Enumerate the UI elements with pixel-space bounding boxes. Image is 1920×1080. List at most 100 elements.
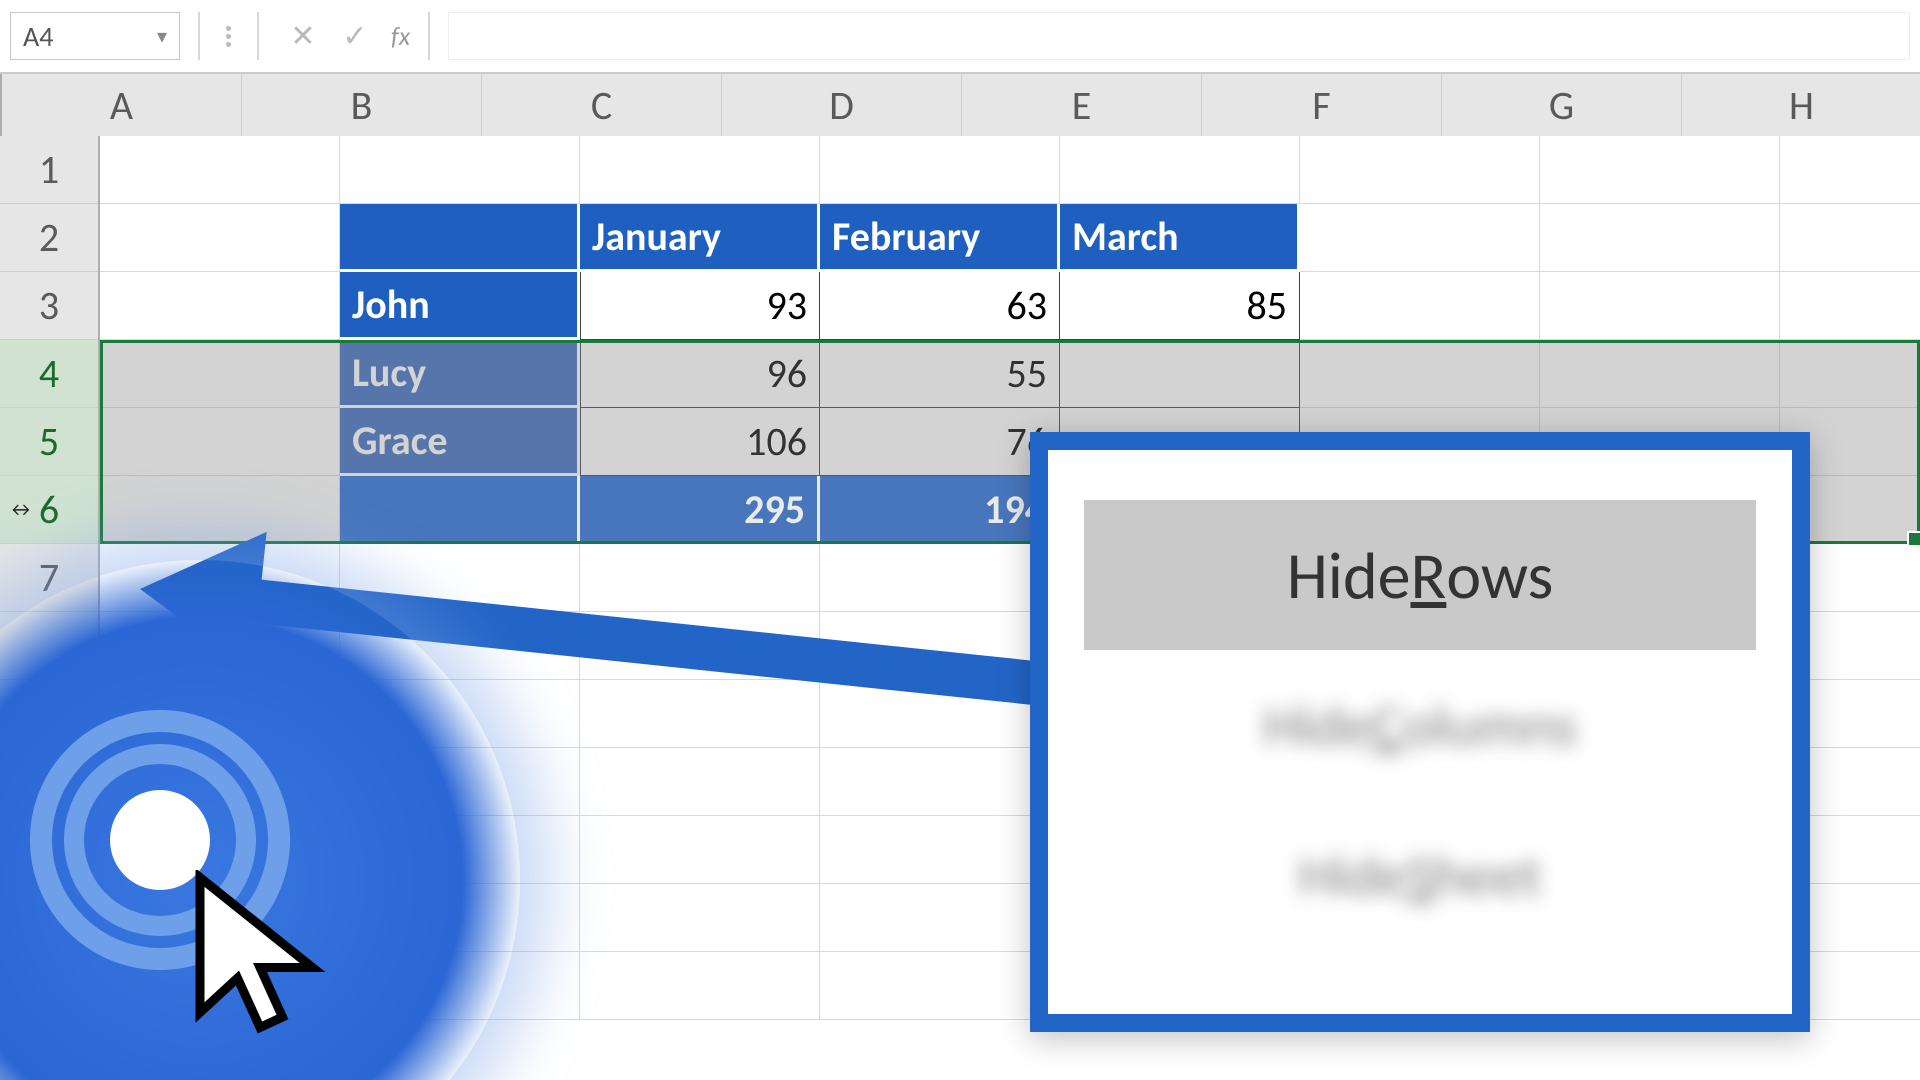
cell[interactable] — [1540, 340, 1780, 408]
row-name-john[interactable]: John — [340, 272, 580, 340]
cell-value[interactable]: 96 — [580, 340, 820, 408]
cell-value[interactable] — [1060, 340, 1300, 408]
cell-value[interactable]: 93 — [580, 272, 820, 340]
cell-value[interactable]: 76 — [820, 408, 1060, 476]
name-box-value: A4 — [23, 19, 53, 54]
chevron-down-icon[interactable]: ▾ — [157, 24, 167, 49]
menu-hide-columns[interactable]: Hide Columns — [1084, 650, 1756, 800]
cell[interactable] — [1780, 340, 1920, 408]
cell-value[interactable]: 106 — [580, 408, 820, 476]
cell[interactable] — [1540, 204, 1780, 272]
cell[interactable] — [820, 748, 1060, 816]
cell[interactable] — [1300, 340, 1540, 408]
cell[interactable] — [1540, 272, 1780, 340]
totals-jan[interactable]: 295 — [580, 476, 820, 544]
column-headers: A B C D E F G H — [0, 74, 1920, 136]
cell[interactable] — [580, 952, 820, 1020]
cell[interactable] — [580, 544, 820, 612]
menu-label-pre: Hide — [1299, 840, 1408, 911]
table-header-blank[interactable] — [340, 204, 580, 272]
cell[interactable] — [820, 952, 1060, 1020]
cell[interactable] — [100, 136, 340, 204]
cell-value[interactable]: 55 — [820, 340, 1060, 408]
cell-value[interactable]: 63 — [820, 272, 1060, 340]
row-3: John 93 63 85 — [100, 272, 1920, 340]
menu-label-accel: S — [1407, 840, 1434, 911]
cell[interactable] — [100, 272, 340, 340]
cell[interactable] — [580, 748, 820, 816]
cell[interactable] — [580, 816, 820, 884]
grip-icon[interactable] — [226, 26, 231, 47]
cursor-icon — [180, 870, 340, 1055]
cell-value[interactable]: 85 — [1060, 272, 1300, 340]
divider — [198, 12, 200, 60]
cell[interactable] — [580, 680, 820, 748]
check-icon: ✓ — [342, 18, 367, 55]
table-header-jan[interactable]: January — [580, 204, 820, 272]
col-header-E[interactable]: E — [962, 74, 1202, 136]
enter-button[interactable]: ✓ — [329, 12, 381, 60]
cancel-button[interactable]: ✕ — [277, 12, 329, 60]
menu-hide-sheet[interactable]: Hide Sheet — [1084, 800, 1756, 950]
cell[interactable] — [1780, 272, 1920, 340]
menu-label-post: olumns — [1403, 690, 1577, 761]
logo — [0, 560, 520, 1080]
name-box[interactable]: A4 ▾ — [10, 12, 180, 60]
cell[interactable] — [580, 612, 820, 680]
hide-menu-popup: Hide Rows Hide Columns Hide Sheet — [1030, 432, 1810, 1032]
menu-label-post: ows — [1446, 535, 1553, 616]
row-4: Lucy 96 55 — [100, 340, 1920, 408]
select-all-corner[interactable] — [0, 74, 2, 136]
totals-blank[interactable] — [340, 476, 580, 544]
row-header-4[interactable]: 4 — [0, 340, 98, 408]
col-header-B[interactable]: B — [242, 74, 482, 136]
cell[interactable] — [820, 612, 1060, 680]
menu-label-pre: Hide — [1263, 690, 1372, 761]
cell[interactable] — [820, 544, 1060, 612]
cell[interactable] — [820, 136, 1060, 204]
col-header-C[interactable]: C — [482, 74, 722, 136]
cell[interactable] — [1300, 272, 1540, 340]
cell[interactable] — [1060, 136, 1300, 204]
fx-label: fx — [391, 20, 410, 52]
cell[interactable] — [820, 680, 1060, 748]
cell[interactable] — [100, 204, 340, 272]
col-header-D[interactable]: D — [722, 74, 962, 136]
col-header-A[interactable]: A — [2, 74, 242, 136]
row-header-3[interactable]: 3 — [0, 272, 98, 340]
spreadsheet-grid: A B C D E F G H 1 2 3 4 5 ↔ 6 7 — [0, 74, 1920, 1080]
cell[interactable] — [580, 884, 820, 952]
menu-label-accel: R — [1410, 535, 1446, 616]
table-header-feb[interactable]: February — [820, 204, 1060, 272]
row-header-2[interactable]: 2 — [0, 204, 98, 272]
cell[interactable] — [100, 408, 340, 476]
totals-feb[interactable]: 194 — [820, 476, 1060, 544]
cell[interactable] — [100, 340, 340, 408]
row-2: January February March — [100, 204, 1920, 272]
cell[interactable] — [1780, 204, 1920, 272]
col-header-G[interactable]: G — [1442, 74, 1682, 136]
fx-button[interactable]: fx — [391, 20, 410, 52]
cell[interactable] — [820, 884, 1060, 952]
cell[interactable] — [580, 136, 820, 204]
resize-arrow-icon: ↔ — [8, 498, 34, 522]
menu-hide-rows[interactable]: Hide Rows — [1084, 500, 1756, 650]
cell[interactable] — [100, 476, 340, 544]
col-header-F[interactable]: F — [1202, 74, 1442, 136]
cell[interactable] — [1780, 136, 1920, 204]
cell[interactable] — [340, 136, 580, 204]
row-header-6[interactable]: ↔ 6 — [0, 476, 98, 544]
cell[interactable] — [1300, 204, 1540, 272]
x-icon: ✕ — [290, 18, 315, 55]
row-name-grace[interactable]: Grace — [340, 408, 580, 476]
menu-label-pre: Hide — [1287, 535, 1411, 616]
col-header-H[interactable]: H — [1682, 74, 1920, 136]
cell[interactable] — [1300, 136, 1540, 204]
cell[interactable] — [1540, 136, 1780, 204]
row-name-lucy[interactable]: Lucy — [340, 340, 580, 408]
formula-input[interactable] — [448, 12, 1910, 60]
row-header-5[interactable]: 5 — [0, 408, 98, 476]
cell[interactable] — [820, 816, 1060, 884]
table-header-mar[interactable]: March — [1060, 204, 1300, 272]
row-header-1[interactable]: 1 — [0, 136, 98, 204]
